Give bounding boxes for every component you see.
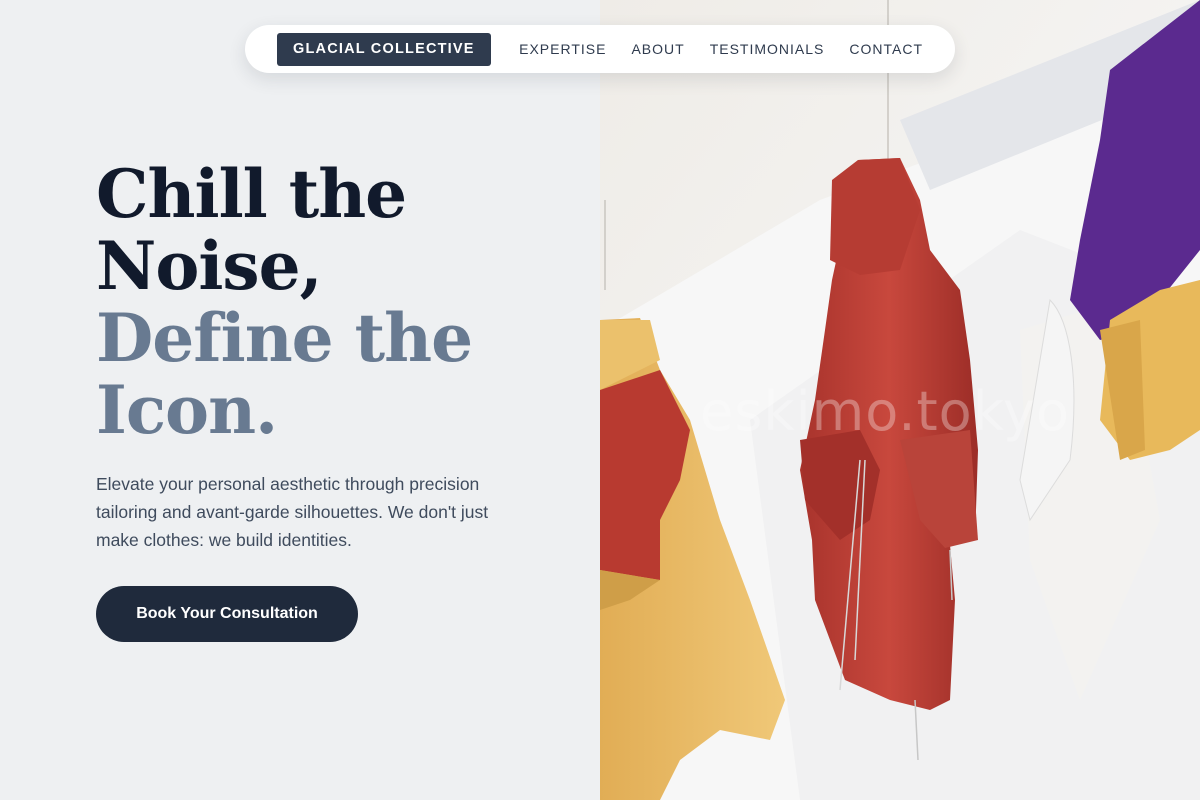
nav-link-expertise[interactable]: EXPERTISE <box>519 41 606 57</box>
hero-text-panel: Chill the Noise, Define the Icon. Elevat… <box>0 0 600 800</box>
nav-link-testimonials[interactable]: TESTIMONIALS <box>710 41 825 57</box>
hero-description: Elevate your personal aesthetic through … <box>96 474 489 550</box>
brand-logo[interactable]: GLACIAL COLLECTIVE <box>277 32 491 66</box>
hanging-jackets-photo <box>600 0 1200 800</box>
book-consultation-button[interactable]: Book Your Consultation <box>96 586 358 642</box>
nav-link-contact[interactable]: CONTACT <box>849 41 923 57</box>
nav-link-about[interactable]: ABOUT <box>631 41 684 57</box>
hero-title-line-4: Icon. <box>96 371 278 449</box>
hero-title: Chill the Noise, Define the Icon. <box>96 158 576 446</box>
top-navigation: GLACIAL COLLECTIVE EXPERTISE ABOUT TESTI… <box>245 25 955 73</box>
nav-links: EXPERTISE ABOUT TESTIMONIALS CONTACT <box>519 41 923 57</box>
hero-title-line-2: Noise, <box>96 227 323 305</box>
hero-image <box>600 0 1200 800</box>
hero-title-line-1: Chill the <box>96 155 407 233</box>
hero-title-line-3: Define the <box>96 299 473 377</box>
